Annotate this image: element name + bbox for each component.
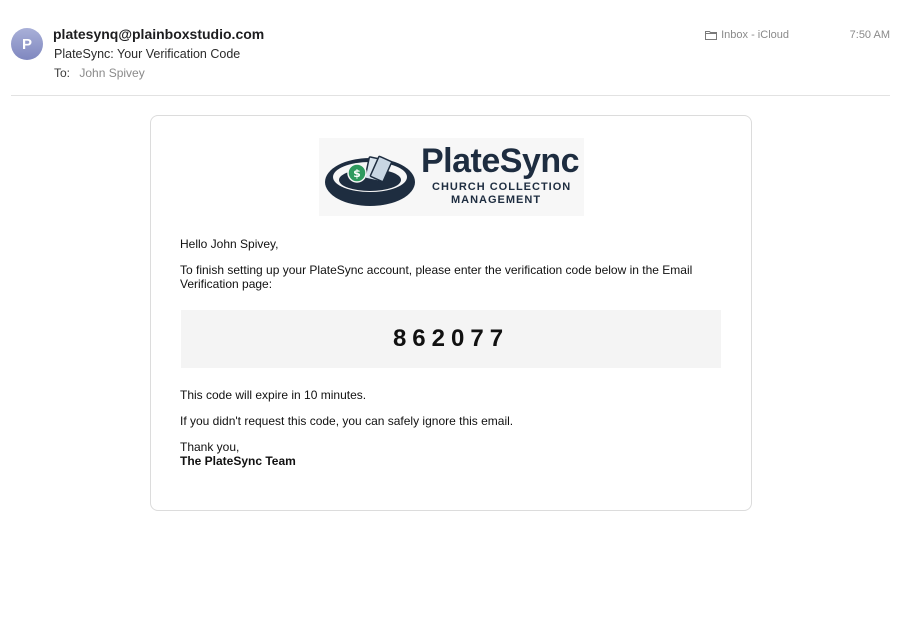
collection-plate-icon: $ (325, 155, 415, 206)
avatar[interactable]: P (11, 28, 43, 60)
sender-address[interactable]: platesynq@plainboxstudio.com (53, 26, 264, 42)
to-label: To: (54, 66, 71, 80)
folder-icon (705, 31, 718, 40)
email-subject: PlateSync: Your Verification Code (54, 47, 241, 61)
recipient-row: To: John Spivey (54, 66, 145, 80)
received-time: 7:50 AM (849, 29, 890, 41)
signature: The PlateSync Team (180, 454, 296, 468)
greeting: Hello John Spivey, (180, 237, 279, 251)
instructions-text: To finish setting up your PlateSync acco… (180, 263, 693, 291)
expiry-notice: This code will expire in 10 minutes. (180, 388, 367, 402)
email-header: P platesynq@plainboxstudio.com PlateSync… (0, 0, 909, 96)
email-card: $ PlateSync CHURCH COLLECTION MANAGEMENT… (150, 115, 752, 511)
ignore-notice: If you didn't request this code, you can… (180, 414, 514, 428)
platesync-logo: $ PlateSync CHURCH COLLECTION MANAGEMENT (319, 138, 584, 216)
verification-code[interactable]: 862077 (393, 325, 509, 353)
header-divider (11, 95, 890, 96)
brand-name: PlateSync (421, 142, 580, 180)
recipient-name[interactable]: John Spivey (79, 66, 144, 80)
mailbox-label: Inbox - iCloud (721, 29, 789, 41)
svg-text:$: $ (353, 167, 361, 180)
brand-tagline-line2: MANAGEMENT (451, 194, 542, 206)
brand-tagline-line1: CHURCH COLLECTION (432, 181, 572, 193)
sign-off: Thank you, (180, 440, 240, 454)
mailbox-indicator[interactable]: Inbox - iCloud (705, 29, 789, 41)
verification-code-box: 862077 (181, 310, 721, 368)
